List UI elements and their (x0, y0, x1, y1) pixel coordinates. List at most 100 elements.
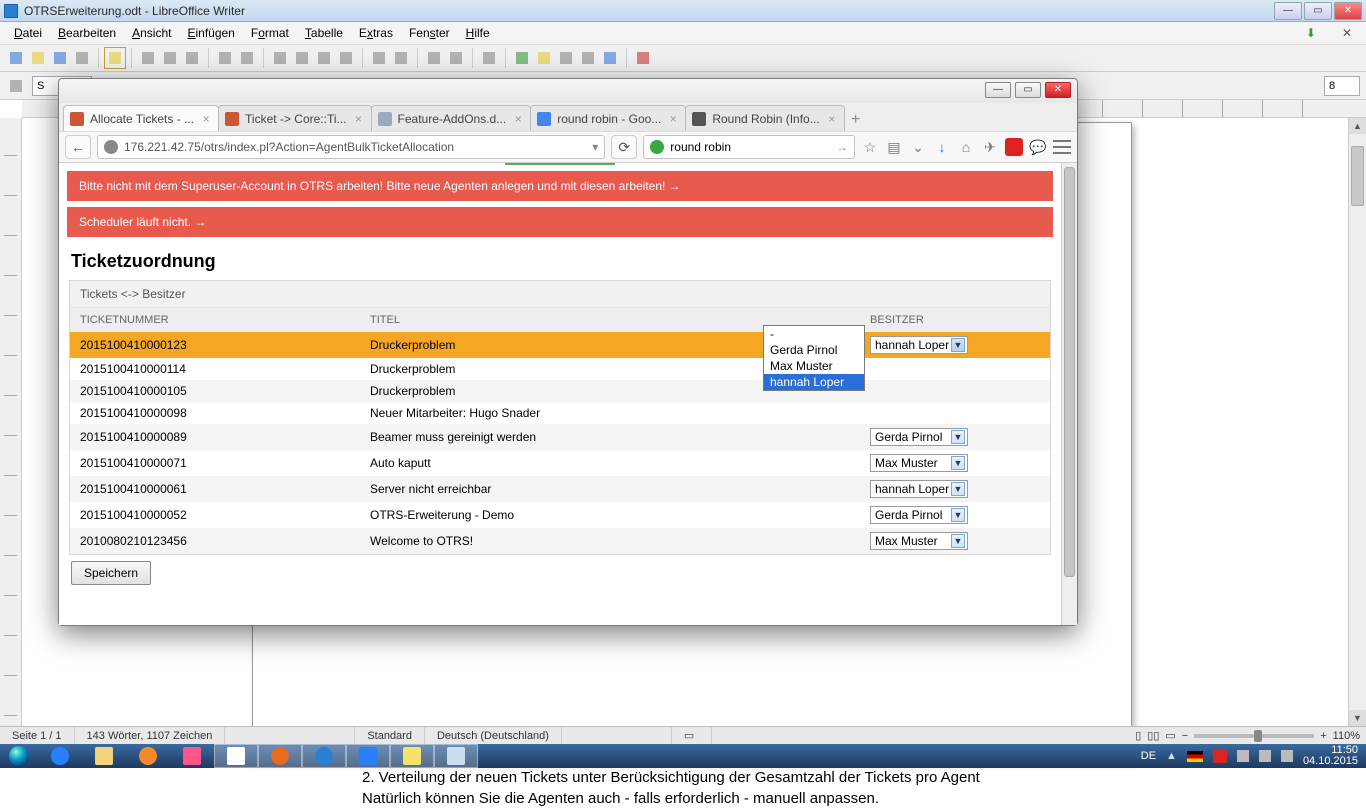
status-words[interactable]: 143 Wörter, 1107 Zeichen (75, 727, 226, 744)
table-row[interactable]: 2015100410000071Auto kaputtMax Muster▼ (70, 450, 1050, 476)
os-maximize-button[interactable]: ▭ (1304, 2, 1332, 20)
downloads-icon[interactable]: ↓ (933, 138, 951, 156)
ff-close-button[interactable]: ✕ (1045, 82, 1071, 98)
systray-network-icon[interactable] (1237, 750, 1249, 762)
taskbar-paint[interactable] (434, 744, 478, 768)
ff-minimize-button[interactable]: — (985, 82, 1011, 98)
start-button[interactable] (0, 744, 38, 768)
systray-action-icon[interactable] (1281, 750, 1293, 762)
dropdown-option[interactable]: Max Muster (764, 358, 864, 374)
pocket-icon[interactable]: ⌄ (909, 138, 927, 156)
menu-edit[interactable]: Bearbeiten (50, 24, 124, 42)
dropdown-arrow-icon[interactable]: ▼ (951, 508, 965, 522)
tb-table-icon[interactable] (446, 48, 466, 68)
menu-format[interactable]: Format (243, 24, 297, 42)
dropdown-arrow-icon[interactable]: ▼ (951, 482, 965, 496)
dropdown-option[interactable]: - (764, 326, 864, 342)
dropdown-arrow-icon[interactable]: ▼ (951, 430, 965, 444)
avira-icon[interactable] (1005, 138, 1023, 156)
menu-window[interactable]: Fenster (401, 24, 458, 42)
owner-select[interactable]: hannah Loper▼ (870, 480, 968, 498)
tb-print-icon[interactable] (160, 48, 180, 68)
systray-language[interactable]: DE (1141, 750, 1156, 762)
tb-email-icon[interactable] (72, 48, 92, 68)
owner-select[interactable]: Max Muster▼ (870, 454, 968, 472)
table-row[interactable]: 2015100410000052OTRS-Erweiterung - DemoG… (70, 502, 1050, 528)
status-page[interactable]: Seite 1 / 1 (0, 727, 75, 744)
scroll-up-icon[interactable]: ▲ (1349, 118, 1366, 134)
dropdown-arrow-icon[interactable]: ▼ (951, 456, 965, 470)
menu-help[interactable]: Hilfe (458, 24, 498, 42)
menu-insert[interactable]: Einfügen (179, 24, 242, 42)
address-bar[interactable]: 176.221.42.75/otrs/index.pl?Action=Agent… (97, 135, 605, 159)
tb-redo-icon[interactable] (391, 48, 411, 68)
dropdown-option[interactable]: hannah Loper (764, 374, 864, 390)
tb-open-icon[interactable] (28, 48, 48, 68)
tab-close-icon[interactable]: × (512, 113, 524, 125)
menu-extras[interactable]: Extras (351, 24, 401, 42)
table-row[interactable]: 2015100410000123Druckerproblemhannah Lop… (70, 332, 1050, 358)
update-icon[interactable]: ⬇ (1298, 24, 1324, 42)
systray-volume-icon[interactable] (1259, 750, 1271, 762)
menu-table[interactable]: Tabelle (297, 24, 351, 42)
zoom-value[interactable]: 110% (1333, 730, 1360, 742)
tb-save-icon[interactable] (50, 48, 70, 68)
status-view-icon[interactable]: ▭ (672, 727, 712, 744)
owner-dropdown-list[interactable]: -Gerda PirnolMax Musterhannah Loper (763, 325, 865, 391)
os-minimize-button[interactable]: — (1274, 2, 1302, 20)
browser-tab[interactable]: Round Robin (Info...× (685, 105, 844, 131)
search-bar[interactable]: round robin → (643, 135, 855, 159)
search-go-icon[interactable]: → (836, 140, 848, 154)
os-close-button[interactable]: ✕ (1334, 2, 1362, 20)
taskbar-firefox[interactable] (258, 744, 302, 768)
table-row[interactable]: 2015100410000061Server nicht erreichbarh… (70, 476, 1050, 502)
nav-reload-button[interactable]: ⟳ (611, 135, 637, 159)
view-book-icon[interactable]: ▭ (1165, 729, 1175, 742)
menu-file[interactable]: Datei (6, 24, 50, 42)
menu-view[interactable]: Ansicht (124, 24, 179, 42)
systray-flag-icon[interactable] (1187, 751, 1203, 762)
browser-tab[interactable]: Feature-AddOns.d...× (371, 105, 532, 131)
systray-avira-icon[interactable] (1213, 749, 1227, 763)
style-field-right[interactable] (1324, 76, 1360, 96)
site-identity-icon[interactable] (104, 140, 118, 154)
tb-paste-icon[interactable] (314, 48, 334, 68)
taskbar-libreoffice[interactable] (214, 744, 258, 768)
new-tab-button[interactable]: + (844, 109, 868, 131)
browser-tab[interactable]: round robin - Goo...× (530, 105, 686, 131)
owner-select[interactable]: hannah Loper▼ (870, 336, 968, 354)
tab-close-icon[interactable]: × (200, 113, 212, 125)
lo-vertical-scrollbar[interactable]: ▲ ▼ (1348, 118, 1366, 726)
view-single-icon[interactable]: ▯ (1135, 729, 1141, 742)
reader-icon[interactable]: ▤ (885, 138, 903, 156)
tb-help-icon[interactable] (633, 48, 653, 68)
tb-copy-icon[interactable] (292, 48, 312, 68)
taskbar-notes[interactable] (390, 744, 434, 768)
table-row[interactable]: 2015100410000114Druckerproblem (70, 358, 1050, 380)
scroll-down-icon[interactable]: ▼ (1349, 710, 1366, 726)
tb-hyperlink-icon[interactable] (424, 48, 444, 68)
zoom-out-icon[interactable]: − (1182, 730, 1188, 742)
table-row[interactable]: 2015100410000089Beamer muss gereinigt we… (70, 424, 1050, 450)
zoom-in-icon[interactable]: + (1320, 730, 1326, 742)
url-dropdown-icon[interactable]: ▾ (592, 140, 598, 154)
zoom-slider[interactable] (1194, 734, 1314, 738)
view-multi-icon[interactable]: ▯▯ (1147, 729, 1159, 742)
tb-styles-icon[interactable] (479, 48, 499, 68)
taskbar-explorer[interactable] (82, 744, 126, 768)
systray-show-hidden-icon[interactable]: ▲ (1166, 750, 1177, 762)
tab-close-icon[interactable]: × (353, 113, 365, 125)
dropdown-arrow-icon[interactable]: ▼ (951, 534, 965, 548)
tb-edit-icon[interactable] (105, 48, 125, 68)
save-button[interactable]: Speichern (71, 561, 151, 585)
table-row[interactable]: 2010080210123456Welcome to OTRS!Max Must… (70, 528, 1050, 554)
dropdown-arrow-icon[interactable]: ▼ (951, 338, 965, 352)
col-ticketnumber[interactable]: Ticketnummer (70, 308, 360, 332)
tab-close-icon[interactable]: × (826, 113, 838, 125)
owner-select[interactable]: Max Muster▼ (870, 532, 968, 550)
otrs-alert-superuser[interactable]: Bitte nicht mit dem Superuser-Account in… (67, 171, 1053, 201)
taskbar-wmp[interactable] (126, 744, 170, 768)
tb-cut-icon[interactable] (270, 48, 290, 68)
ff-scroll-thumb[interactable] (1064, 167, 1075, 577)
owner-select[interactable]: Gerda Pirnol▼ (870, 506, 968, 524)
